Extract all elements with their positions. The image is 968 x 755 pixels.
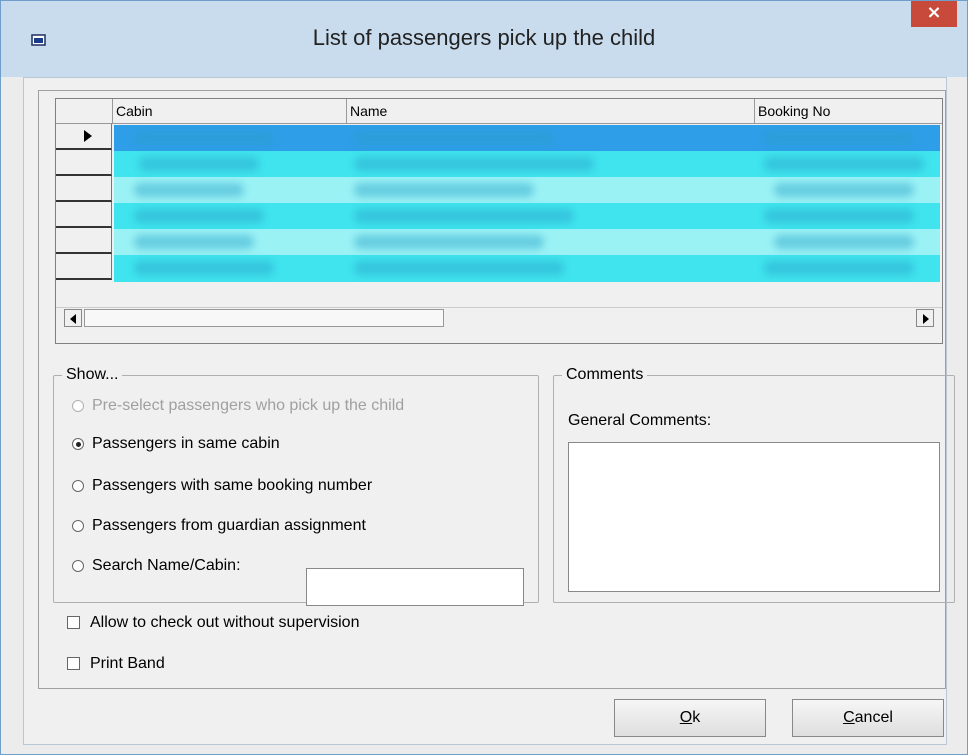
comments-group: Comments General Comments: <box>553 366 955 603</box>
ok-mnemonic: O <box>679 709 693 726</box>
radio-search-name-cabin[interactable]: Search Name/Cabin: <box>72 554 241 578</box>
grid-header: Cabin Name Booking No <box>56 99 942 124</box>
horizontal-scrollbar[interactable] <box>56 307 942 330</box>
radio-icon <box>72 479 84 492</box>
radio-icon <box>72 519 84 532</box>
column-header-name[interactable]: Name <box>347 99 755 123</box>
row-selector-1[interactable] <box>56 124 112 150</box>
show-group-legend: Show... <box>62 366 123 384</box>
radio-preselect-label: Pre-select passengers who pick up the ch… <box>92 397 405 414</box>
allow-checkout-label: Allow to check out without supervision <box>90 614 360 631</box>
cancel-label-rest: ancel <box>854 709 893 726</box>
client-area: Cabin Name Booking No Show... Pre-select… <box>23 77 955 745</box>
allow-checkout-checkbox[interactable]: Allow to check out without supervision <box>67 611 359 635</box>
ok-label-rest: k <box>692 709 701 726</box>
close-button[interactable]: × <box>911 1 957 27</box>
general-comments-label: General Comments: <box>568 412 712 429</box>
radio-search-label: Search Name/Cabin: <box>92 557 241 574</box>
checkbox-icon <box>67 657 80 671</box>
table-row[interactable] <box>114 177 940 203</box>
table-row[interactable] <box>114 255 940 281</box>
current-row-pointer-icon <box>84 130 92 142</box>
row-selector-3[interactable] <box>56 176 112 202</box>
show-group: Show... Pre-select passengers who pick u… <box>53 366 539 606</box>
radio-same-booking[interactable]: Passengers with same booking number <box>72 474 372 498</box>
scrollbar-thumb[interactable] <box>84 309 444 327</box>
column-header-booking-no[interactable]: Booking No <box>755 99 942 123</box>
checkbox-icon <box>67 616 80 630</box>
radio-icon <box>72 559 84 572</box>
arrow-right-icon <box>923 314 929 324</box>
radio-same-cabin[interactable]: Passengers in same cabin <box>72 432 280 456</box>
row-selector-6[interactable] <box>56 254 112 280</box>
radio-icon <box>72 399 84 412</box>
row-selector-2[interactable] <box>56 150 112 176</box>
ok-button[interactable]: Ok <box>614 699 766 737</box>
general-comments-textarea[interactable] <box>568 442 940 592</box>
scroll-left-button[interactable] <box>64 309 82 327</box>
radio-same-booking-label: Passengers with same booking number <box>92 477 373 494</box>
column-header-cabin[interactable]: Cabin <box>113 99 347 123</box>
comments-group-legend: Comments <box>562 366 648 384</box>
table-row[interactable] <box>114 125 940 151</box>
grid-corner <box>56 99 113 123</box>
passenger-grid[interactable]: Cabin Name Booking No <box>55 98 943 344</box>
table-row[interactable] <box>114 229 940 255</box>
cancel-button[interactable]: Cancel <box>792 699 944 737</box>
arrow-left-icon <box>70 314 76 324</box>
radio-checked-icon <box>72 437 84 450</box>
row-selector-4[interactable] <box>56 202 112 228</box>
row-selector-5[interactable] <box>56 228 112 254</box>
dialog-window: List of passengers pick up the child × C… <box>0 0 968 755</box>
main-panel: Cabin Name Booking No Show... Pre-select… <box>38 90 955 689</box>
radio-guardian-assignment[interactable]: Passengers from guardian assignment <box>72 514 366 538</box>
table-row[interactable] <box>114 151 940 177</box>
print-band-checkbox[interactable]: Print Band <box>67 652 165 676</box>
title-bar[interactable]: List of passengers pick up the child × <box>1 1 967 77</box>
radio-guardian-label: Passengers from guardian assignment <box>92 517 366 534</box>
radio-same-cabin-label: Passengers in same cabin <box>92 435 280 452</box>
radio-preselect-passengers: Pre-select passengers who pick up the ch… <box>72 394 404 418</box>
grid-rows <box>114 125 940 282</box>
table-row[interactable] <box>114 203 940 229</box>
scroll-right-button[interactable] <box>916 309 934 327</box>
search-name-cabin-input[interactable] <box>306 568 524 606</box>
window-title: List of passengers pick up the child <box>312 25 656 50</box>
cancel-mnemonic: C <box>843 709 855 726</box>
print-band-label: Print Band <box>90 655 165 672</box>
